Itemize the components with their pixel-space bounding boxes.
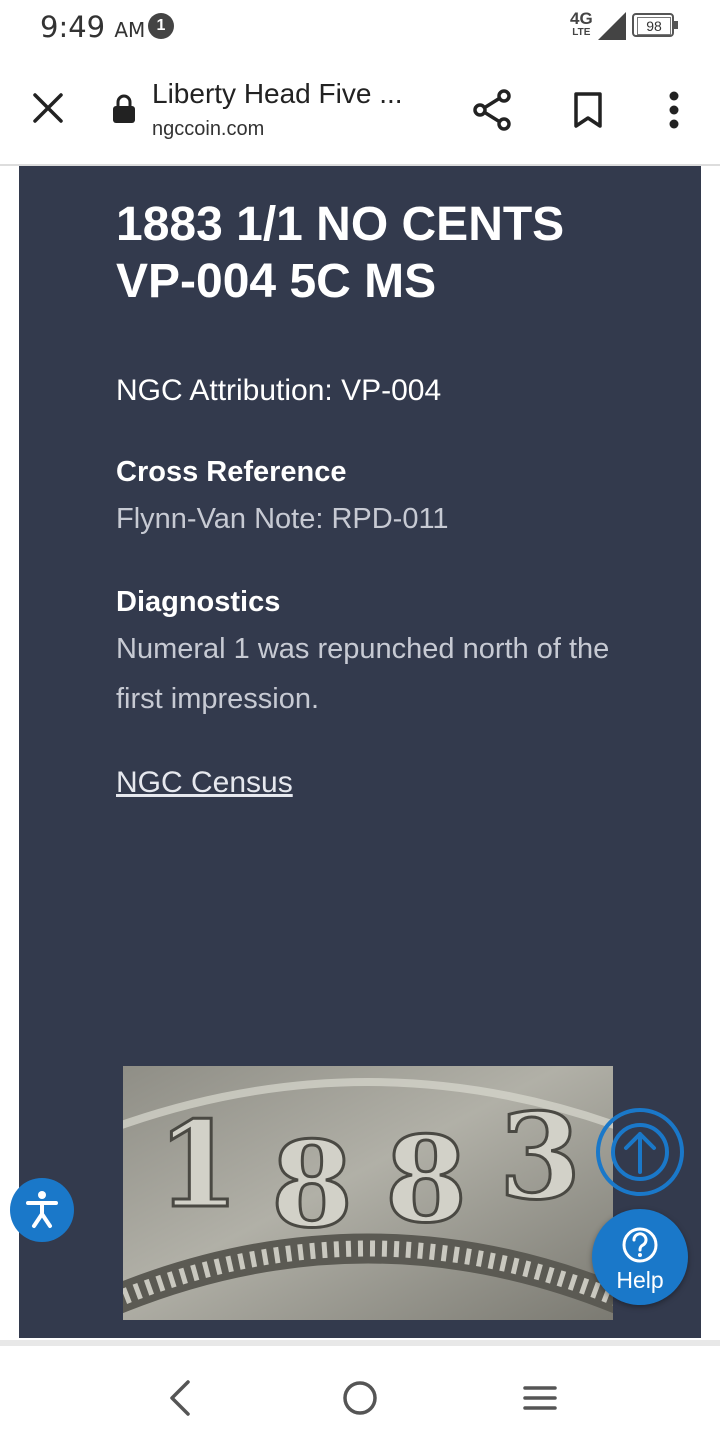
page-url[interactable]: ngccoin.com — [152, 118, 264, 141]
home-icon — [343, 1381, 377, 1415]
help-label: Help — [616, 1267, 664, 1293]
nav-home-button[interactable] — [328, 1370, 392, 1426]
overflow-menu-button[interactable] — [644, 78, 704, 142]
coin-digit: 8 — [271, 1115, 353, 1254]
more-vert-icon — [669, 91, 679, 129]
coin-date-photo: 1 8 8 3 — [123, 1066, 613, 1320]
accessibility-icon — [26, 1191, 58, 1228]
status-bar: 9:49 AM 1 4G LTE 98 — [0, 0, 720, 56]
network-indicator: 4G LTE — [570, 9, 593, 38]
arrow-up-icon — [611, 1123, 669, 1181]
coin-title: 1883 1/1 NO CENTS VP-004 5C MS — [116, 198, 565, 308]
help-button[interactable]: Help — [592, 1209, 688, 1305]
status-time: 9:49 AM — [40, 10, 146, 44]
close-icon — [33, 93, 63, 123]
lock-icon — [113, 94, 135, 123]
back-icon — [170, 1380, 190, 1416]
diagnostics-heading: Diagnostics — [116, 586, 281, 618]
battery-icon: 98 — [632, 13, 678, 37]
coin-digit: 8 — [385, 1110, 467, 1249]
share-icon — [473, 89, 511, 131]
ngc-attribution: NGC Attribution: VP-004 — [116, 374, 442, 407]
help-icon — [622, 1227, 658, 1263]
ngc-census-link[interactable]: NGC Census — [116, 766, 293, 800]
accessibility-button[interactable] — [10, 1178, 74, 1242]
scroll-to-top-button[interactable] — [596, 1108, 684, 1196]
browser-toolbar: Liberty Head Five ... ngccoin.com — [0, 56, 720, 166]
battery-level: 98 — [637, 17, 671, 35]
close-button[interactable] — [18, 78, 78, 138]
coin-digit: 1 — [157, 1095, 239, 1234]
notification-badge: 1 — [148, 13, 174, 39]
coin-digit: 3 — [499, 1087, 581, 1226]
nav-menu-button[interactable] — [508, 1370, 572, 1426]
menu-icon — [523, 1386, 557, 1410]
bookmark-icon — [574, 92, 602, 128]
signal-icon — [598, 12, 626, 40]
diagnostics-text: Numeral 1 was repunched north of the fir… — [116, 633, 610, 715]
bookmark-button[interactable] — [556, 78, 620, 142]
system-nav-bar — [0, 1340, 720, 1440]
cross-reference-heading: Cross Reference — [116, 456, 347, 488]
share-button[interactable] — [460, 78, 524, 142]
page-title[interactable]: Liberty Head Five ... — [152, 78, 403, 110]
nav-back-button[interactable] — [148, 1370, 212, 1426]
cross-reference-text: Flynn-Van Note: RPD-011 — [116, 503, 449, 535]
